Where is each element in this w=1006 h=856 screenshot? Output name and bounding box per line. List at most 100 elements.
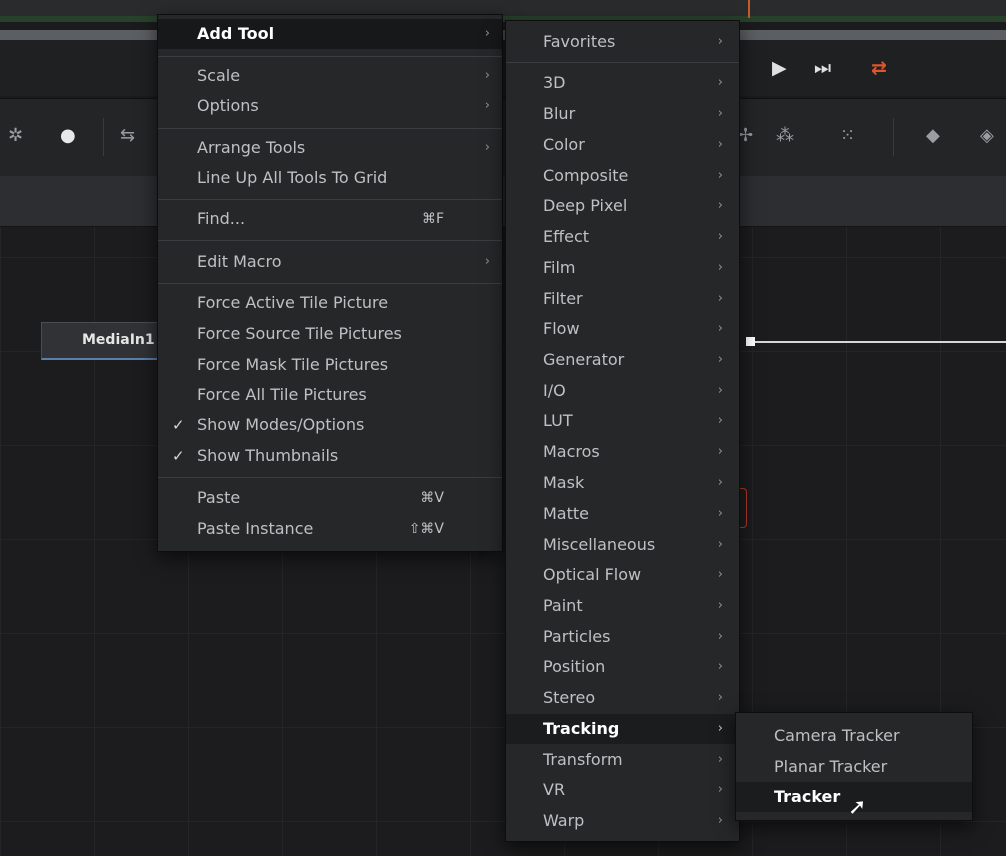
menu-item-label: Position — [543, 657, 606, 676]
chevron-right-icon: › — [484, 98, 490, 113]
menu-item-options[interactable]: Options › — [158, 91, 502, 121]
menu-separator — [158, 240, 502, 241]
menu-item-find[interactable]: Find... ⌘F — [158, 204, 502, 234]
connection-pipe — [752, 341, 1006, 343]
mediain-node[interactable]: MediaIn1 — [41, 322, 171, 360]
tool-category-matte[interactable]: Matte › — [506, 499, 739, 529]
menu-item-label: Color — [543, 135, 585, 154]
menu-item-show-thumbnails[interactable]: ✓ Show Thumbnails — [158, 441, 502, 471]
chevron-right-icon: › — [717, 413, 723, 428]
menu-item-paste[interactable]: Paste ⌘V — [158, 483, 502, 513]
tool-category-paint[interactable]: Paint › — [506, 591, 739, 621]
menu-item-force-mask-tiles[interactable]: Force Mask Tile Pictures — [158, 350, 502, 380]
chevron-right-icon: › — [717, 137, 723, 152]
tool-category-3d[interactable]: 3D › — [506, 68, 739, 98]
chevron-right-icon: › — [717, 629, 723, 644]
menu-item-label: I/O — [543, 381, 566, 400]
tool-category-composite[interactable]: Composite › — [506, 161, 739, 191]
menu-item-label: Warp — [543, 811, 585, 830]
menu-item-label: Particles — [543, 627, 611, 646]
node-label: MediaIn1 — [82, 332, 155, 348]
link-icon[interactable]: ⇆ — [120, 126, 135, 146]
tool-category-effect[interactable]: Effect › — [506, 222, 739, 252]
menu-item-line-up-tools[interactable]: Line Up All Tools To Grid — [158, 163, 502, 193]
playhead[interactable] — [748, 0, 750, 18]
tool-category-vr[interactable]: VR › — [506, 775, 739, 805]
chevron-right-icon: › — [717, 598, 723, 613]
menu-item-label: Force Mask Tile Pictures — [197, 355, 389, 374]
chevron-right-icon: › — [717, 106, 723, 121]
menu-item-label: Transform — [543, 750, 623, 769]
tool-category-transform[interactable]: Transform › — [506, 745, 739, 775]
menu-item-label: Filter — [543, 289, 583, 308]
menu-item-label: Tracker — [774, 787, 841, 806]
tool-category-flow[interactable]: Flow › — [506, 314, 739, 344]
menu-item-label: Film — [543, 258, 576, 277]
3d-merge-icon[interactable]: ◈ — [980, 126, 994, 146]
menu-item-arrange-tools[interactable]: Arrange Tools › — [158, 133, 502, 163]
particle-render-icon[interactable]: ⁙ — [840, 126, 855, 146]
tool-category-particles[interactable]: Particles › — [506, 622, 739, 652]
menu-item-label: Tracking — [543, 719, 620, 738]
tool-category-warp[interactable]: Warp › — [506, 806, 739, 836]
sparkle-icon[interactable]: ✲ — [8, 126, 23, 146]
chevron-right-icon: › — [717, 229, 723, 244]
timeline-scrubber[interactable] — [0, 30, 1006, 40]
menu-item-force-active-tile[interactable]: Force Active Tile Picture — [158, 288, 502, 318]
drop-icon[interactable]: ● — [60, 126, 76, 146]
selection-bracket — [740, 488, 747, 528]
menu-item-scale[interactable]: Scale › — [158, 61, 502, 91]
tool-category-stereo[interactable]: Stereo › — [506, 683, 739, 713]
chevron-right-icon: › — [717, 659, 723, 674]
skip-to-end-button[interactable]: ⏭ — [814, 58, 831, 78]
menu-separator — [158, 56, 502, 57]
menu-item-label: Line Up All Tools To Grid — [197, 168, 388, 187]
mouse-pointer-icon: ➚ — [848, 795, 867, 820]
chevron-right-icon: › — [717, 352, 723, 367]
particle-emitter-icon[interactable]: ⁂ — [776, 126, 794, 146]
chevron-right-icon: › — [717, 690, 723, 705]
menu-item-label: Flow — [543, 319, 580, 338]
timeline-clip-bar — [0, 16, 1006, 22]
chevron-right-icon: › — [717, 813, 723, 828]
particle-icon[interactable]: ✢ — [738, 126, 753, 146]
node-editor-header — [0, 176, 1006, 227]
menu-item-add-tool[interactable]: Add Tool › — [158, 19, 502, 49]
tool-category-film[interactable]: Film › — [506, 253, 739, 283]
tool-category-blur[interactable]: Blur › — [506, 99, 739, 129]
tool-category-favorites[interactable]: Favorites › — [506, 27, 739, 57]
shortcut-label: ⌘V — [420, 490, 444, 506]
shortcut-label: ⌘F — [421, 211, 444, 227]
tool-bar — [0, 98, 1006, 177]
tool-category-color[interactable]: Color › — [506, 130, 739, 160]
tool-category-tracking[interactable]: Tracking › — [506, 714, 739, 744]
chevron-right-icon: › — [717, 291, 723, 306]
output-port[interactable] — [746, 337, 755, 346]
chevron-right-icon: › — [717, 475, 723, 490]
menu-item-force-all-tiles[interactable]: Force All Tile Pictures — [158, 380, 502, 410]
3d-shape-icon[interactable]: ◆ — [926, 126, 940, 146]
play-button[interactable]: ▶ — [772, 58, 787, 78]
menu-item-label: Favorites — [543, 32, 616, 51]
tool-category-deep-pixel[interactable]: Deep Pixel › — [506, 191, 739, 221]
menu-item-show-modes-options[interactable]: ✓ Show Modes/Options — [158, 410, 502, 440]
loop-button[interactable]: ⇄ — [871, 58, 887, 78]
tool-category-position[interactable]: Position › — [506, 652, 739, 682]
tool-camera-tracker[interactable]: Camera Tracker — [736, 721, 972, 751]
tool-category-io[interactable]: I/O › — [506, 376, 739, 406]
tool-category-lut[interactable]: LUT › — [506, 406, 739, 436]
chevron-right-icon: › — [484, 26, 490, 41]
chevron-right-icon: › — [717, 34, 723, 49]
menu-item-paste-instance[interactable]: Paste Instance ⇧⌘V — [158, 514, 502, 544]
menu-item-label: LUT — [543, 411, 573, 430]
tool-category-mask[interactable]: Mask › — [506, 468, 739, 498]
tool-category-generator[interactable]: Generator › — [506, 345, 739, 375]
tool-category-filter[interactable]: Filter › — [506, 284, 739, 314]
tool-planar-tracker[interactable]: Planar Tracker — [736, 752, 972, 782]
menu-item-edit-macro[interactable]: Edit Macro › — [158, 247, 502, 277]
tool-category-macros[interactable]: Macros › — [506, 437, 739, 467]
menu-item-label: Edit Macro — [197, 252, 282, 271]
tool-category-miscellaneous[interactable]: Miscellaneous › — [506, 530, 739, 560]
tool-category-optical-flow[interactable]: Optical Flow › — [506, 560, 739, 590]
menu-item-force-source-tiles[interactable]: Force Source Tile Pictures — [158, 319, 502, 349]
